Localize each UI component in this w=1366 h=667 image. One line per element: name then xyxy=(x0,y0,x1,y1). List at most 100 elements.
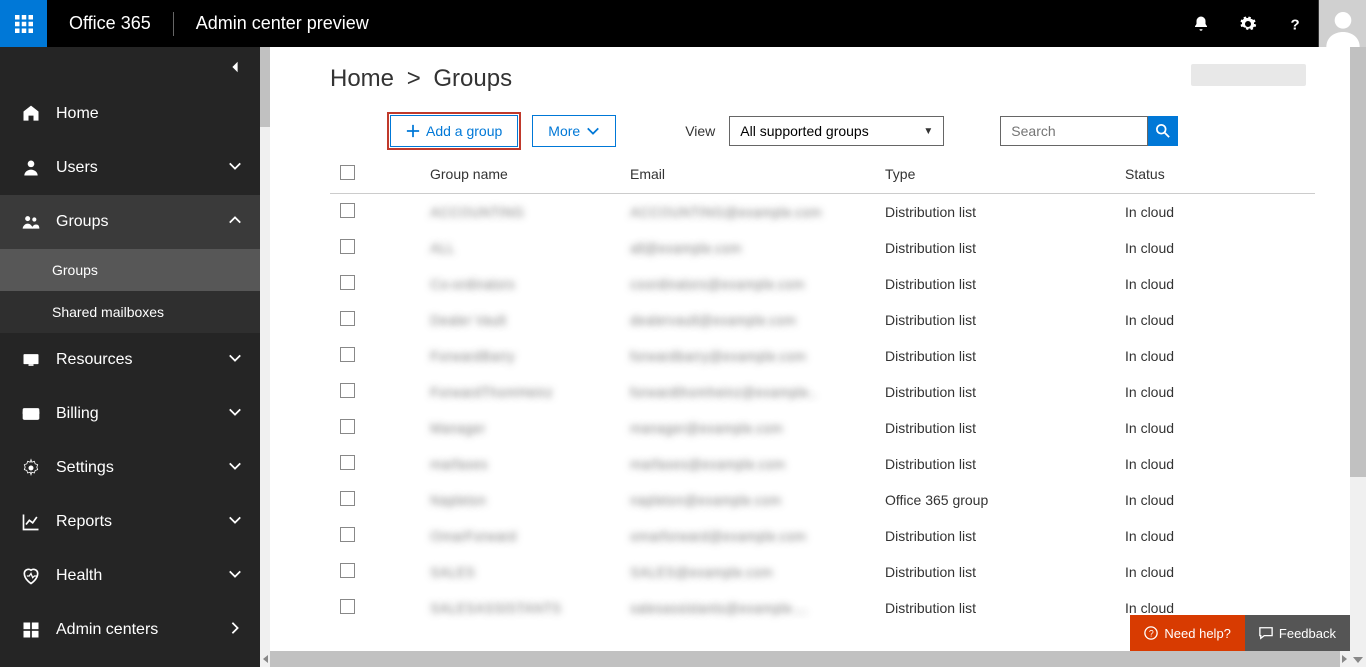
sidebar-item-label: Users xyxy=(56,159,98,177)
sidebar-item-label: Home xyxy=(56,105,99,123)
scrollbar-vertical[interactable] xyxy=(1350,47,1366,667)
sidebar-item-health[interactable]: Health xyxy=(0,549,260,603)
table-row[interactable]: Managermanager@example.comDistribution l… xyxy=(330,410,1315,446)
gear-icon xyxy=(1239,15,1257,33)
home-icon xyxy=(18,104,44,124)
brand-label[interactable]: Office 365 xyxy=(47,13,173,34)
need-help-button[interactable]: ? Need help? xyxy=(1130,615,1245,651)
add-group-button[interactable]: Add a group xyxy=(390,115,518,147)
scrollbar-horizontal[interactable] xyxy=(260,651,1350,667)
row-checkbox[interactable] xyxy=(340,239,355,254)
cell-status: In cloud xyxy=(1125,338,1315,374)
table-row[interactable]: ForwardBarryforwardbarry@example.comDist… xyxy=(330,338,1315,374)
sidebar-item-label: Admin centers xyxy=(56,621,158,639)
row-checkbox[interactable] xyxy=(340,527,355,542)
feedback-label: Feedback xyxy=(1279,626,1336,641)
cell-status: In cloud xyxy=(1125,302,1315,338)
breadcrumb-root[interactable]: Home xyxy=(330,65,394,92)
chevron-down-icon xyxy=(228,159,242,178)
notifications-button[interactable] xyxy=(1177,0,1224,47)
sidebar-item-groups[interactable]: Groups xyxy=(0,195,260,249)
reports-icon xyxy=(18,512,44,532)
more-button[interactable]: More xyxy=(532,115,616,147)
cell-name: Co-ordinators xyxy=(430,276,515,292)
sidebar-item-settings[interactable]: Settings xyxy=(0,441,260,495)
cell-type: Distribution list xyxy=(885,590,1125,626)
sidebar-item-label: Resources xyxy=(56,351,132,369)
breadcrumb: Home > Groups xyxy=(330,65,1315,93)
sidebar-item-admin-centers[interactable]: Admin centers xyxy=(0,603,260,657)
row-checkbox[interactable] xyxy=(340,203,355,218)
scrollbar-inner[interactable] xyxy=(260,47,270,667)
question-icon: ? xyxy=(1286,15,1304,33)
tenant-badge xyxy=(1191,64,1306,86)
content: Home > Groups Add a group More View All … xyxy=(260,47,1366,667)
row-checkbox[interactable] xyxy=(340,275,355,290)
cell-name: Manager xyxy=(430,420,485,436)
table-row[interactable]: ACCOUNTINGACCOUNTING@example.comDistribu… xyxy=(330,194,1315,231)
row-checkbox[interactable] xyxy=(340,383,355,398)
cell-status: In cloud xyxy=(1125,194,1315,231)
chevron-left-icon xyxy=(228,60,242,74)
cell-name: SALESASSISTANTS xyxy=(430,600,561,616)
sidebar-item-reports[interactable]: Reports xyxy=(0,495,260,549)
search-button[interactable] xyxy=(1148,116,1178,146)
row-checkbox[interactable] xyxy=(340,311,355,326)
select-all-checkbox[interactable] xyxy=(340,165,355,180)
sidebar-item-users[interactable]: Users xyxy=(0,141,260,195)
cell-type: Distribution list xyxy=(885,230,1125,266)
cell-email: marfaxes@example.com xyxy=(630,456,785,472)
column-status[interactable]: Status xyxy=(1125,165,1315,194)
feedback-button[interactable]: Feedback xyxy=(1245,615,1350,651)
cell-type: Distribution list xyxy=(885,266,1125,302)
settings-button[interactable] xyxy=(1224,0,1271,47)
view-filter-select[interactable]: All supported groups ▼ xyxy=(729,116,944,146)
table-row[interactable]: SALESSALES@example.comDistribution listI… xyxy=(330,554,1315,590)
row-checkbox[interactable] xyxy=(340,419,355,434)
row-checkbox[interactable] xyxy=(340,347,355,362)
table-row[interactable]: marfaxes marfaxes@example.com Distribution… xyxy=(330,446,1315,482)
search-box xyxy=(1000,116,1178,146)
column-email[interactable]: Email xyxy=(630,165,885,194)
chevron-down-icon xyxy=(228,351,242,370)
table-row[interactable]: Dealer Vaultdealervault@example.comDistr… xyxy=(330,302,1315,338)
sidebar-subitem-groups[interactable]: Groups xyxy=(0,249,260,291)
table-row[interactable]: Co-ordinatorscoordinators@example.comDis… xyxy=(330,266,1315,302)
cell-name: marfaxes xyxy=(430,456,488,472)
cell-email: ACCOUNTING@example.com xyxy=(630,204,822,220)
cell-name: ForwardThomHeinz xyxy=(430,384,553,400)
groups-icon xyxy=(18,212,44,232)
sidebar-subitem-shared-mailboxes[interactable]: Shared mailboxes xyxy=(0,291,260,333)
waffle-icon xyxy=(15,15,33,33)
cell-status: In cloud xyxy=(1125,410,1315,446)
cell-email: omarforward@example.com xyxy=(630,528,806,544)
account-button[interactable] xyxy=(1319,0,1366,47)
row-checkbox[interactable] xyxy=(340,491,355,506)
search-input[interactable] xyxy=(1000,116,1148,146)
cell-name: ACCOUNTING xyxy=(430,204,524,220)
table-row[interactable]: Napletonnapleton@example.comOffice 365 g… xyxy=(330,482,1315,518)
table-row[interactable]: OmarForwardomarforward@example.comDistri… xyxy=(330,518,1315,554)
column-group-name[interactable]: Group name xyxy=(380,165,630,194)
chevron-down-icon xyxy=(228,513,242,532)
cell-name: ForwardBarry xyxy=(430,348,515,364)
help-button[interactable]: ? xyxy=(1271,0,1318,47)
dropdown-arrow-icon: ▼ xyxy=(923,126,933,137)
row-checkbox[interactable] xyxy=(340,599,355,614)
cell-name: OmarForward xyxy=(430,528,516,544)
bell-icon xyxy=(1192,15,1210,33)
sidebar-item-resources[interactable]: Resources xyxy=(0,333,260,387)
cell-type: Distribution list xyxy=(885,446,1125,482)
table-row[interactable]: ALLall@example.comDistribution listIn cl… xyxy=(330,230,1315,266)
collapse-nav-button[interactable] xyxy=(0,47,260,87)
column-type[interactable]: Type xyxy=(885,165,1125,194)
row-checkbox[interactable] xyxy=(340,563,355,578)
health-icon xyxy=(18,566,44,586)
row-checkbox[interactable] xyxy=(340,455,355,470)
app-launcher-button[interactable] xyxy=(0,0,47,47)
cell-status: In cloud xyxy=(1125,554,1315,590)
table-row[interactable]: ForwardThomHeinzforwardthomheinz@example… xyxy=(330,374,1315,410)
sidebar-item-billing[interactable]: Billing xyxy=(0,387,260,441)
sidebar-item-home[interactable]: Home xyxy=(0,87,260,141)
plus-icon xyxy=(406,124,420,138)
